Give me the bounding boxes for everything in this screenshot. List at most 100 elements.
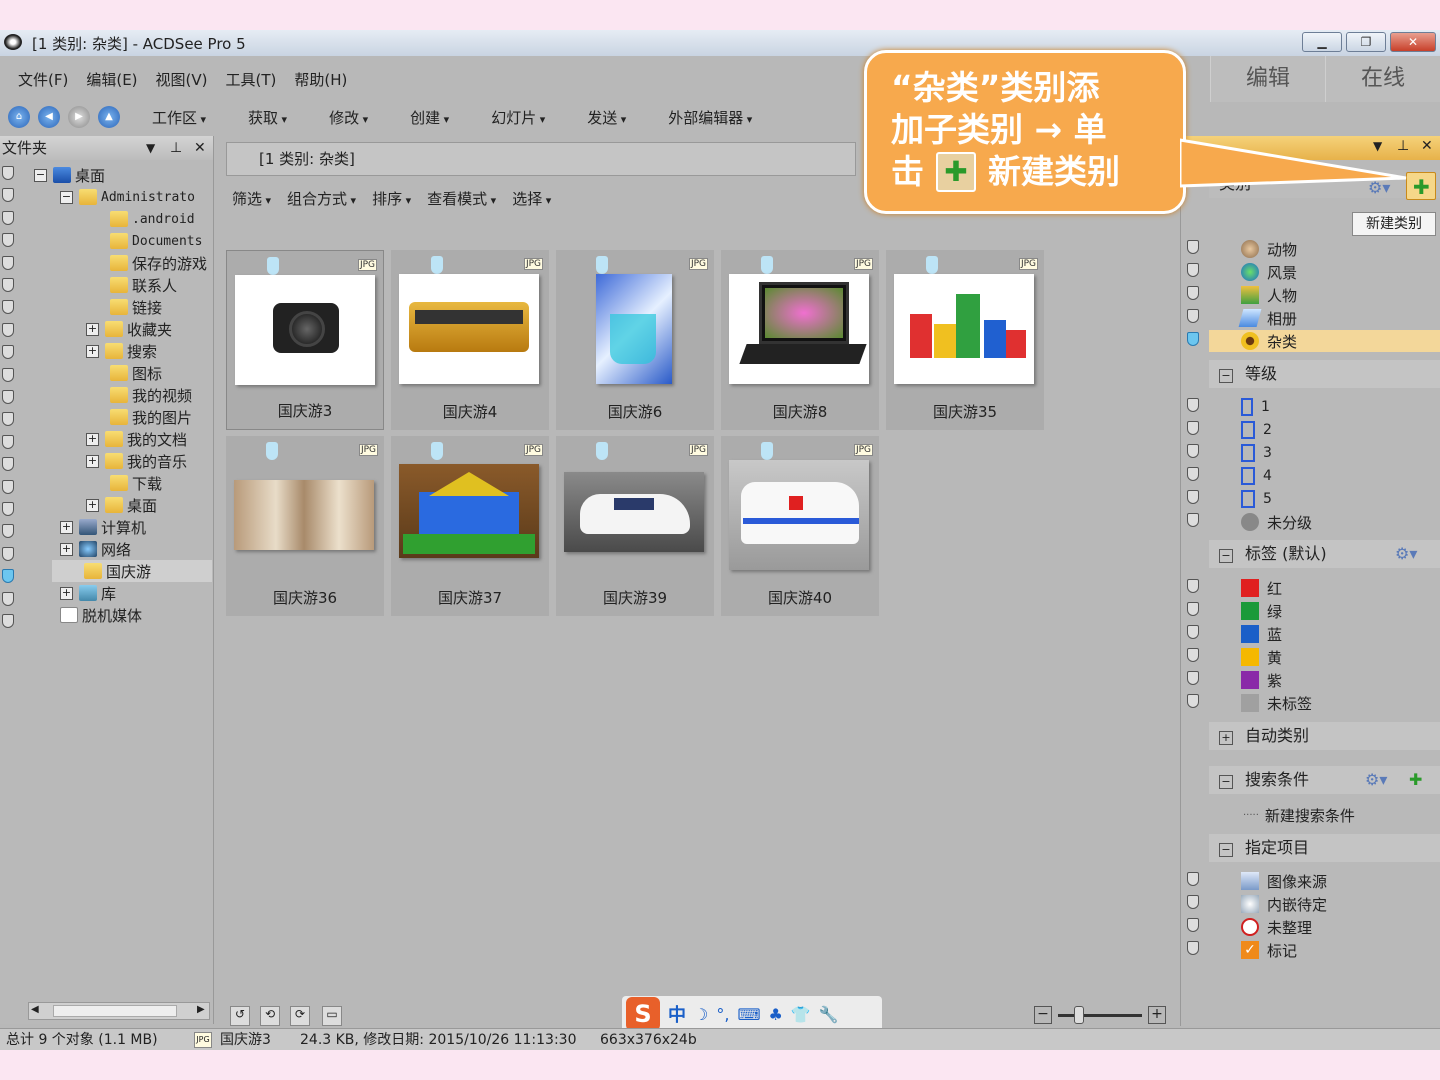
skin-icon[interactable]: 👕 [791, 1005, 811, 1024]
tree-item-saved-games[interactable]: 保存的游戏 [110, 252, 207, 274]
moon-icon[interactable]: ☽ [694, 1005, 708, 1024]
forward-icon[interactable]: ▶ [68, 106, 90, 128]
label-item[interactable]: 红 [1181, 577, 1440, 599]
zoom-slider[interactable] [1058, 1014, 1142, 1017]
tag-marker[interactable] [2, 255, 14, 270]
menu-tools[interactable]: 工具(T) [226, 69, 277, 90]
new-search-item[interactable]: ····· 新建搜索条件 [1181, 804, 1440, 826]
zoom-slider-thumb[interactable] [1074, 1006, 1084, 1024]
tag-marker[interactable] [2, 614, 14, 628]
ratings-section-header[interactable]: − 等级 [1209, 360, 1440, 388]
close-pane-icon[interactable]: ✕ [1421, 138, 1433, 154]
tag-marker[interactable] [2, 591, 14, 606]
special-item[interactable]: 未整理 [1181, 916, 1440, 938]
close-pane-icon[interactable]: ✕ [194, 136, 206, 160]
toolbar-import[interactable]: 获取 [248, 107, 287, 128]
tree-item-mydocs[interactable]: + 我的文档 [86, 428, 187, 450]
labels-section-header[interactable]: − 标签 (默认) ⚙▾ [1209, 540, 1440, 568]
collapse-icon[interactable]: − [34, 168, 47, 182]
tag-marker[interactable] [2, 524, 14, 539]
gear-icon[interactable]: ⚙▾ [1365, 766, 1387, 794]
tree-item-android[interactable]: .android [110, 208, 195, 230]
rating-item[interactable]: 2 [1181, 419, 1440, 441]
tag-marker[interactable] [2, 569, 14, 584]
tree-item-downloads[interactable]: 下载 [110, 472, 162, 494]
tag-marker[interactable] [1187, 694, 1199, 708]
tag-marker[interactable] [2, 502, 14, 516]
expand-icon[interactable]: + [60, 586, 73, 600]
tag-marker[interactable] [2, 479, 14, 494]
tag-marker[interactable] [2, 210, 14, 225]
tag-icon[interactable] [431, 442, 443, 460]
tree-item-network[interactable]: + 网络 [60, 538, 131, 560]
tag-marker[interactable] [1187, 648, 1199, 662]
tag-marker[interactable] [1187, 398, 1199, 412]
expand-icon[interactable]: + [86, 454, 99, 468]
tree-item-offline[interactable]: 脱机媒体 [60, 604, 142, 626]
tag-marker[interactable] [2, 166, 14, 180]
tree-item-videos[interactable]: 我的视频 [110, 384, 192, 406]
up-icon[interactable]: ▲ [98, 106, 120, 128]
pin-icon[interactable]: ⊥ [170, 136, 182, 160]
tag-marker[interactable] [2, 188, 14, 203]
menu-help[interactable]: 帮助(H) [294, 69, 347, 90]
rating-item[interactable]: 4 [1181, 465, 1440, 487]
tag-marker[interactable] [1187, 579, 1199, 593]
label-item[interactable]: 蓝 [1181, 623, 1440, 645]
tag-marker[interactable] [1187, 671, 1199, 685]
collapse-icon[interactable]: − [60, 190, 73, 204]
sort-button[interactable]: 排序 [372, 188, 411, 209]
toolbar-send[interactable]: 发送 [587, 107, 626, 128]
rating-item[interactable]: 1 [1181, 396, 1440, 418]
special-item[interactable]: 内嵌待定 [1181, 893, 1440, 915]
tag-marker[interactable] [2, 457, 14, 472]
ime-chinese[interactable]: 中 [668, 1001, 686, 1027]
tag-marker[interactable] [2, 546, 14, 561]
rotate-ccw-icon[interactable]: ⟲ [260, 1006, 280, 1026]
thumbnail-item[interactable]: JPG 国庆游8 [721, 250, 879, 430]
add-search-icon[interactable]: ✚ [1409, 766, 1422, 794]
pane-menu-icon[interactable]: ▼ [146, 136, 155, 160]
tree-item-library[interactable]: + 库 [60, 582, 116, 604]
auto-categories-section-header[interactable]: + 自动类别 [1209, 722, 1440, 750]
tree-item-search[interactable]: + 搜索 [86, 340, 157, 362]
tag-marker[interactable] [1187, 444, 1199, 458]
thumbnail-item[interactable]: JPG 国庆游35 [886, 250, 1044, 430]
tag-marker[interactable] [2, 412, 14, 427]
label-item[interactable]: 紫 [1181, 669, 1440, 691]
scroll-thumb[interactable] [53, 1005, 177, 1017]
tree-item-icons[interactable]: 图标 [110, 362, 162, 384]
back-icon[interactable]: ◀ [38, 106, 60, 128]
tree-item-favorites[interactable]: + 收藏夹 [86, 318, 172, 340]
tag-marker[interactable] [2, 390, 14, 404]
tab-edit[interactable]: 编辑 [1210, 56, 1325, 102]
special-item[interactable]: 图像来源 [1181, 870, 1440, 892]
tag-marker[interactable] [1187, 941, 1199, 955]
tag-icon[interactable] [761, 442, 773, 460]
expand-icon[interactable]: + [86, 322, 99, 336]
label-item[interactable]: 黄 [1181, 646, 1440, 668]
tree-item-guoqingyou[interactable]: 国庆游 [52, 560, 212, 582]
label-item[interactable]: 绿 [1181, 600, 1440, 622]
tag-marker[interactable] [1187, 309, 1199, 323]
tag-icon[interactable] [926, 256, 938, 274]
category-item[interactable]: 相册 [1181, 307, 1440, 329]
horizontal-scrollbar[interactable]: ◀ ▶ [28, 1002, 210, 1020]
menu-file[interactable]: 文件(F) [18, 69, 68, 90]
tree-item-desktop[interactable]: − 桌面 [34, 164, 105, 186]
slideshow-icon[interactable]: ▭ [322, 1006, 342, 1026]
thumbnail-item[interactable]: JPG 国庆游39 [556, 436, 714, 616]
group-by-button[interactable]: 组合方式 [287, 188, 356, 209]
tag-marker[interactable] [1187, 918, 1199, 932]
expand-icon[interactable]: + [1219, 731, 1233, 745]
tree-item-desktop-sub[interactable]: + 桌面 [86, 494, 157, 516]
tag-marker[interactable] [2, 345, 14, 360]
thumbnail-item[interactable]: JPG 国庆游37 [391, 436, 549, 616]
tag-marker[interactable] [2, 278, 14, 292]
scroll-left-icon[interactable]: ◀ [31, 1004, 39, 1015]
tree-item-documents[interactable]: Documents [110, 230, 202, 252]
maximize-button[interactable]: ❐ [1346, 32, 1386, 52]
home-icon[interactable]: ⌂ [8, 106, 30, 128]
expand-icon[interactable]: + [86, 498, 99, 512]
collapse-icon[interactable]: − [1219, 843, 1233, 857]
